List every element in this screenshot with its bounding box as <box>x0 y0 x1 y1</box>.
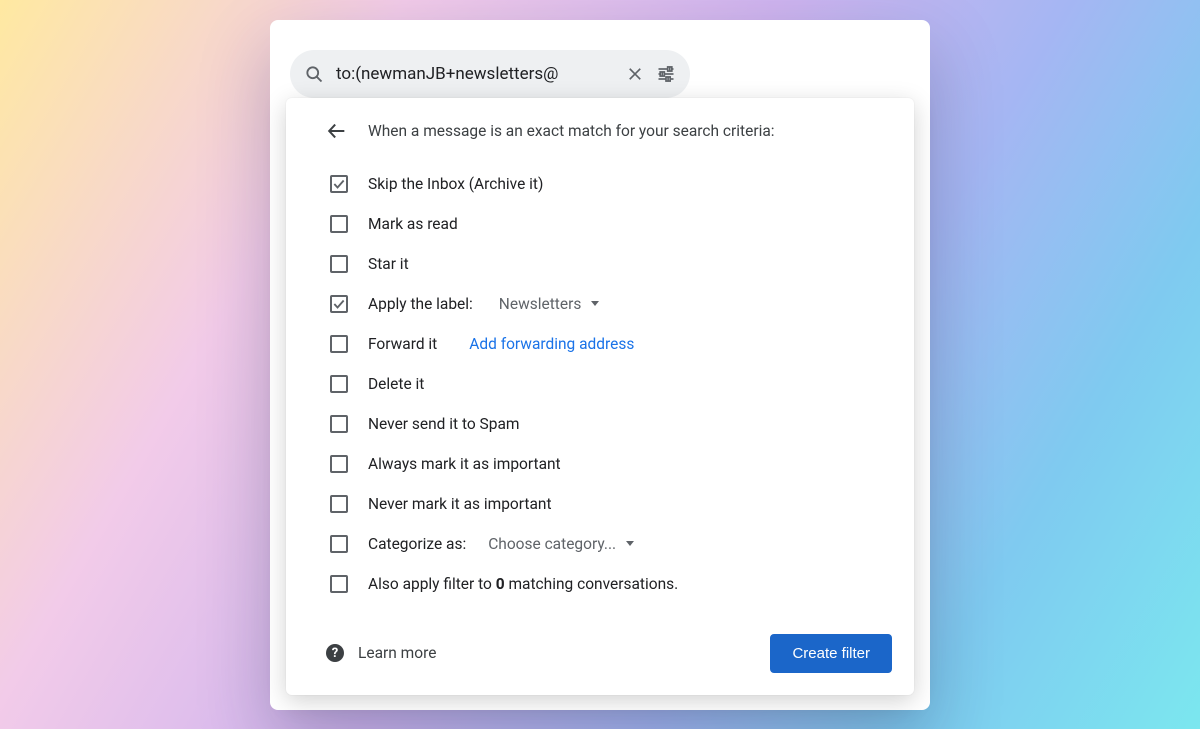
checkbox-forward[interactable] <box>330 335 348 353</box>
option-apply-label[interactable]: Apply the label: Newsletters <box>330 284 892 324</box>
search-icon[interactable] <box>304 64 324 84</box>
also-apply-suffix: matching conversations. <box>505 575 679 593</box>
category-dropdown-value: Choose category... <box>488 535 616 553</box>
back-arrow-icon[interactable] <box>326 120 348 142</box>
option-label: Apply the label: <box>368 295 473 313</box>
option-label: Star it <box>368 255 409 273</box>
option-label: Mark as read <box>368 215 458 233</box>
search-bar[interactable]: to:(newmanJB+newsletters@ <box>290 50 690 98</box>
checkbox-also-apply[interactable] <box>330 575 348 593</box>
chevron-down-icon <box>591 301 599 306</box>
option-label: Forward it <box>368 335 437 353</box>
checkbox-never-spam[interactable] <box>330 415 348 433</box>
option-label: Delete it <box>368 375 424 393</box>
option-always-important[interactable]: Always mark it as important <box>330 444 892 484</box>
option-never-important[interactable]: Never mark it as important <box>330 484 892 524</box>
option-mark-read[interactable]: Mark as read <box>330 204 892 244</box>
app-card: to:(newmanJB+newsletters@ <box>270 20 930 710</box>
option-skip-inbox[interactable]: Skip the Inbox (Archive it) <box>330 164 892 204</box>
label-dropdown-value: Newsletters <box>499 295 582 313</box>
category-dropdown[interactable]: Choose category... <box>488 535 638 553</box>
option-label: Never send it to Spam <box>368 415 520 433</box>
create-filter-dialog: When a message is an exact match for you… <box>286 98 914 695</box>
learn-more[interactable]: ? Learn more <box>326 644 436 662</box>
create-filter-button[interactable]: Create filter <box>770 634 892 673</box>
search-query-text[interactable]: to:(newmanJB+newsletters@ <box>336 64 614 84</box>
also-apply-count: 0 <box>496 575 505 593</box>
chevron-down-icon <box>626 541 634 546</box>
also-apply-prefix: Also apply filter to <box>368 575 496 593</box>
checkbox-star[interactable] <box>330 255 348 273</box>
dialog-heading: When a message is an exact match for you… <box>368 122 775 140</box>
checkbox-always-important[interactable] <box>330 455 348 473</box>
option-label: Always mark it as important <box>368 455 561 473</box>
option-label: Also apply filter to 0 matching conversa… <box>368 575 678 593</box>
option-label: Categorize as: <box>368 535 466 553</box>
checkbox-skip-inbox[interactable] <box>330 175 348 193</box>
checkbox-never-important[interactable] <box>330 495 348 513</box>
dialog-header: When a message is an exact match for you… <box>326 120 892 142</box>
option-categorize[interactable]: Categorize as: Choose category... <box>330 524 892 564</box>
option-label: Skip the Inbox (Archive it) <box>368 175 543 193</box>
help-icon[interactable]: ? <box>326 644 344 662</box>
option-label: Never mark it as important <box>368 495 552 513</box>
dialog-footer: ? Learn more Create filter <box>330 634 892 673</box>
option-never-spam[interactable]: Never send it to Spam <box>330 404 892 444</box>
checkbox-mark-read[interactable] <box>330 215 348 233</box>
checkbox-apply-label[interactable] <box>330 295 348 313</box>
clear-search-icon[interactable] <box>626 65 644 83</box>
learn-more-link[interactable]: Learn more <box>358 644 436 662</box>
checkbox-categorize[interactable] <box>330 535 348 553</box>
option-star[interactable]: Star it <box>330 244 892 284</box>
search-options-icon[interactable] <box>656 64 676 84</box>
checkbox-delete[interactable] <box>330 375 348 393</box>
option-forward[interactable]: Forward it Add forwarding address <box>330 324 892 364</box>
option-delete[interactable]: Delete it <box>330 364 892 404</box>
add-forwarding-address-link[interactable]: Add forwarding address <box>469 335 634 353</box>
option-also-apply[interactable]: Also apply filter to 0 matching conversa… <box>330 564 892 604</box>
label-dropdown[interactable]: Newsletters <box>499 295 604 313</box>
filter-options-list: Skip the Inbox (Archive it) Mark as read… <box>330 164 892 604</box>
